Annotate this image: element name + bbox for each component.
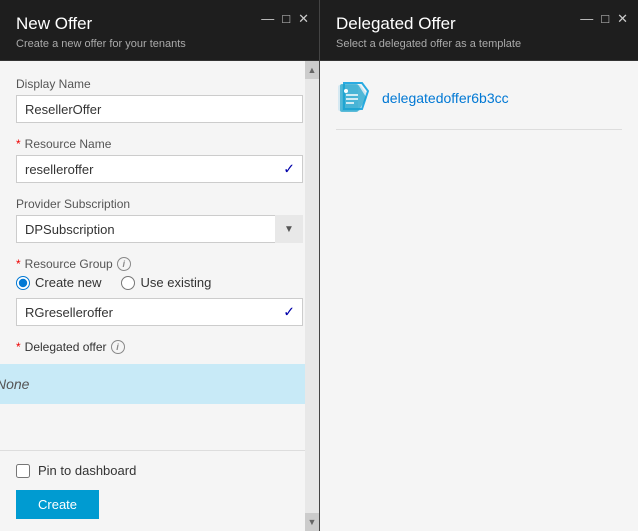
resource-group-required-star: * [16,257,21,271]
resource-name-check-icon: ✓ [283,161,295,178]
display-name-input-wrapper [16,95,303,123]
offer-tag-icon [336,81,370,115]
form-scroll-area: Display Name * Resource Name ✓ [0,61,319,450]
scroll-up-arrow[interactable]: ▲ [305,61,319,79]
display-name-input[interactable] [16,95,303,123]
resource-group-input[interactable] [16,298,303,326]
offer-name: delegatedoffer6b3cc [382,90,509,106]
resource-group-info-icon[interactable]: i [117,257,131,271]
resource-name-group: * Resource Name ✓ [16,137,303,183]
delegated-offer-value: None [0,376,29,392]
right-panel-body: delegatedoffer6b3cc [320,61,638,531]
use-existing-radio-label[interactable]: Use existing [121,275,211,290]
pin-to-dashboard-label: Pin to dashboard [38,463,136,478]
resource-name-input-wrapper: ✓ [16,155,303,183]
resource-name-input[interactable] [16,155,303,183]
left-window-controls: — □ ✕ [261,12,309,25]
right-panel-header: Delegated Offer Select a delegated offer… [320,0,638,61]
provider-subscription-select[interactable]: DPSubscription [16,215,303,243]
left-panel-subtitle: Create a new offer for your tenants [16,38,303,50]
scroll-bar: ▲ ▼ [305,61,319,531]
delegated-offer-panel: Delegated Offer Select a delegated offer… [320,0,638,531]
use-existing-label: Use existing [140,275,211,290]
display-name-group: Display Name [16,77,303,123]
delegated-offer-group: * Delegated offer i None ❯ [0,340,319,404]
create-new-label: Create new [35,275,101,290]
create-new-radio-label[interactable]: Create new [16,275,101,290]
create-new-radio[interactable] [16,276,30,290]
provider-subscription-label: Provider Subscription [16,197,303,211]
left-panel-title: New Offer [16,14,303,34]
form-footer: Pin to dashboard Create [0,450,319,531]
provider-subscription-select-wrapper: DPSubscription ▼ [16,215,303,243]
use-existing-radio[interactable] [121,276,135,290]
resource-group-group: * Resource Group i Create new Use existi… [16,257,303,326]
resource-group-check-icon: ✓ [283,304,295,321]
close-button[interactable]: ✕ [298,12,309,25]
maximize-button[interactable]: □ [282,12,290,25]
delegated-offer-label-row: * Delegated offer i [0,340,319,364]
display-name-label: Display Name [16,77,303,91]
right-panel-subtitle: Select a delegated offer as a template [336,38,622,50]
create-button[interactable]: Create [16,490,99,519]
delegated-offer-info-icon[interactable]: i [111,340,125,354]
resource-name-required-star: * [16,137,21,151]
provider-subscription-group: Provider Subscription DPSubscription ▼ [16,197,303,243]
delegated-offer-required-star: * [16,340,21,354]
delegated-offer-row[interactable]: None ❯ [0,364,319,404]
new-offer-panel: New Offer Create a new offer for your te… [0,0,320,531]
minimize-button[interactable]: — [261,12,274,25]
scroll-down-arrow[interactable]: ▼ [305,513,319,531]
right-minimize-button[interactable]: — [580,12,593,25]
pin-to-dashboard-checkbox[interactable] [16,464,30,478]
pin-to-dashboard-row: Pin to dashboard [16,463,303,478]
right-maximize-button[interactable]: □ [601,12,609,25]
offer-item[interactable]: delegatedoffer6b3cc [336,81,622,130]
resource-group-label: * Resource Group i [16,257,303,271]
right-window-controls: — □ ✕ [580,12,628,25]
resource-name-label: * Resource Name [16,137,303,151]
right-close-button[interactable]: ✕ [617,12,628,25]
resource-group-input-wrapper: ✓ [16,298,303,326]
resource-group-radio-group: Create new Use existing [16,275,303,290]
left-panel-header: New Offer Create a new offer for your te… [0,0,319,61]
right-panel-title: Delegated Offer [336,14,622,34]
left-panel-body: Display Name * Resource Name ✓ [0,61,319,531]
delegated-offer-label: * Delegated offer i [16,340,303,354]
